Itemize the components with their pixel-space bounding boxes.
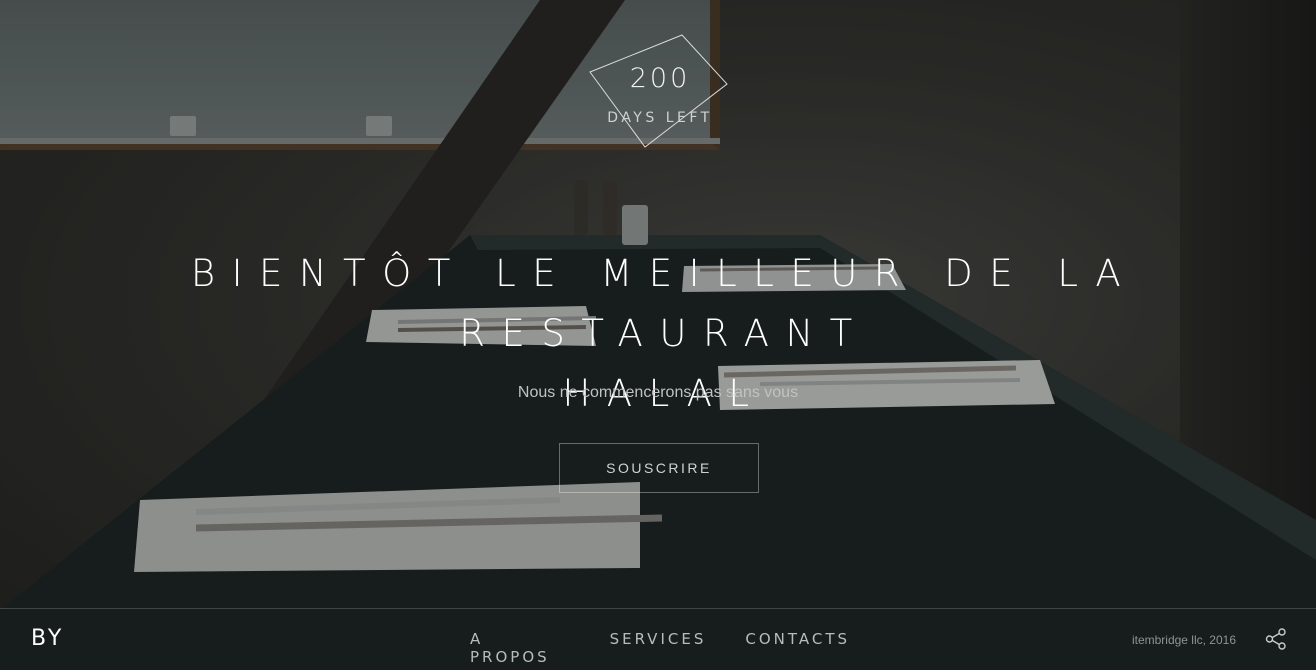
nav-link-contacts[interactable]: CONTACTS: [745, 630, 850, 666]
footer-copyright: itembridge llc, 2016: [1131, 633, 1236, 647]
nav-link-services[interactable]: SERVICES: [610, 630, 707, 666]
countdown-number: 200: [629, 63, 691, 94]
nav-link-a-propos[interactable]: A PROPOS: [470, 630, 571, 666]
share-icon[interactable]: [1265, 628, 1287, 650]
landing-page: 200 DAYS LEFT BIENTÔT LE MEILLEUR DE LA …: [0, 0, 1316, 670]
footer-nav: A PROPOS SERVICES CONTACTS: [470, 630, 850, 666]
subscribe-button[interactable]: SOUSCRIRE: [559, 443, 759, 493]
footer: BY A PROPOS SERVICES CONTACTS itembridge…: [0, 608, 1316, 670]
hero-subtitle: Nous ne commencerons pas sans vous: [517, 384, 799, 401]
countdown-badge: 200 DAYS LEFT: [580, 30, 740, 150]
countdown-label: DAYS LEFT: [607, 110, 713, 126]
hero-title-line-1: BIENTÔT LE MEILLEUR DE LA RESTAURANT: [190, 252, 1138, 355]
footer-logo[interactable]: BY: [31, 626, 64, 651]
